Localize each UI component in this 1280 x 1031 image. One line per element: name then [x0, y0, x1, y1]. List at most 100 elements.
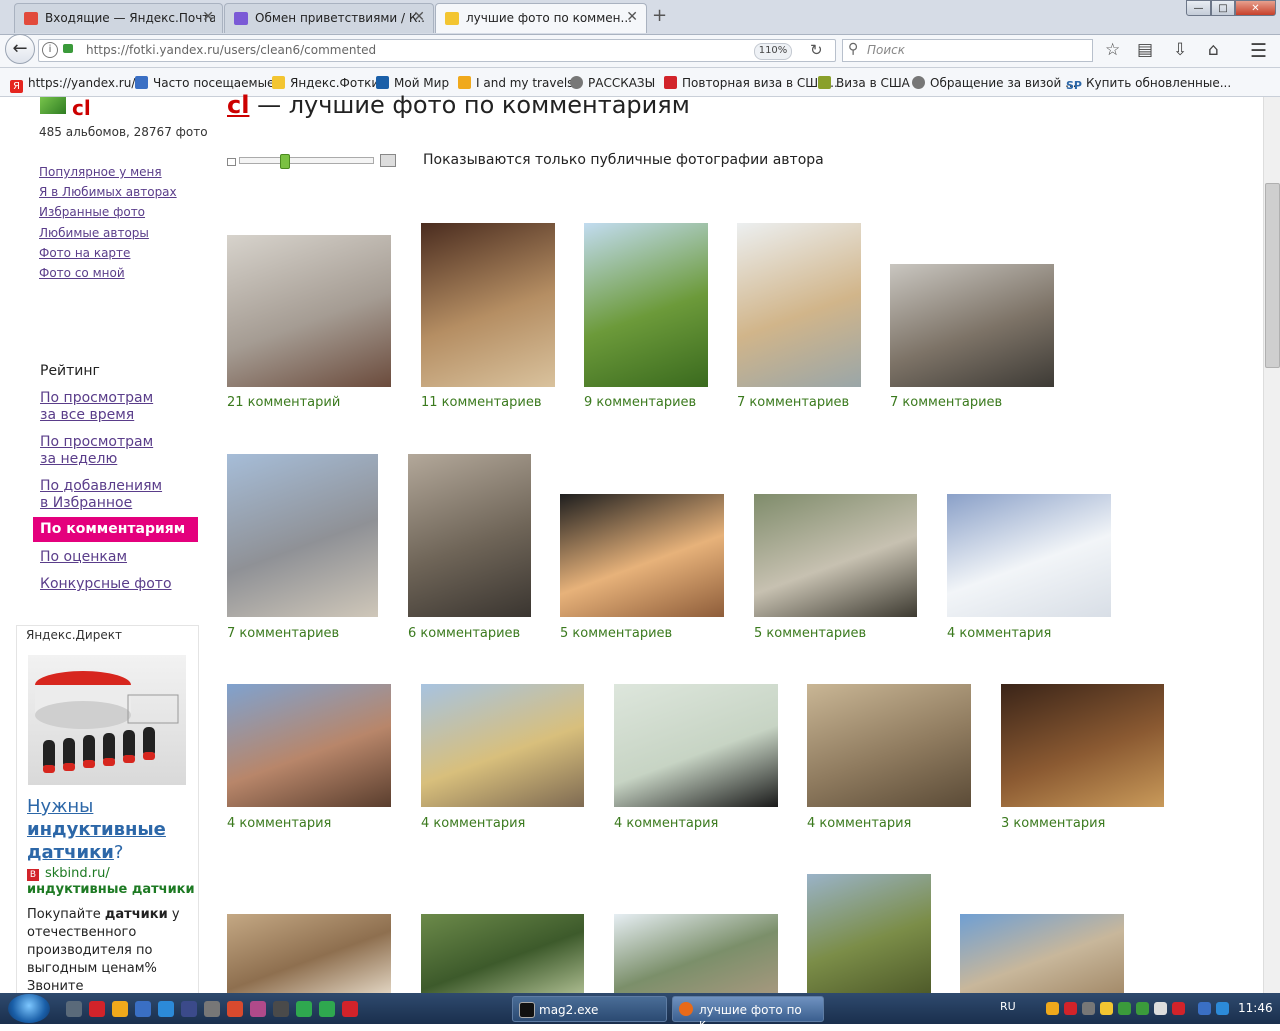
photo-comments[interactable]: 7 комментариев [227, 626, 339, 641]
quicklaunch-yandex-icon[interactable] [342, 1001, 358, 1017]
bookmark-item[interactable]: Обращение за визой ... [912, 76, 1077, 90]
scrollbar-thumb[interactable] [1265, 183, 1280, 368]
photo-thumbnail[interactable] [807, 684, 971, 807]
link-in-favorite-authors[interactable]: Я в Любимых авторах [39, 185, 177, 199]
ad-image[interactable] [28, 655, 186, 785]
photo-thumbnail[interactable] [614, 684, 778, 807]
tray-icon[interactable] [1172, 1002, 1185, 1015]
small-size-icon[interactable] [227, 158, 236, 166]
photo-thumbnail[interactable] [227, 454, 378, 617]
photo-comments[interactable]: 9 комментариев [584, 395, 696, 410]
photo-thumbnail[interactable] [227, 914, 391, 993]
quicklaunch-app-icon[interactable] [273, 1001, 289, 1017]
bookmark-item[interactable]: I and my travels [458, 76, 573, 90]
bookmark-item[interactable]: Виза в США [818, 76, 910, 90]
bookmark-item[interactable]: Яhttps://yandex.ru/ [10, 76, 135, 93]
tray-icon[interactable] [1118, 1002, 1131, 1015]
quicklaunch-7zip-icon[interactable] [66, 1001, 82, 1017]
minimize-button[interactable]: — [1186, 0, 1211, 16]
photo-thumbnail[interactable] [1001, 684, 1164, 807]
ad-site[interactable]: Bskbind.ru/индуктивные датчики [27, 866, 202, 898]
link-photos-with-me[interactable]: Фото со мной [39, 266, 125, 280]
tray-icon[interactable] [1046, 1002, 1059, 1015]
photo-thumbnail[interactable] [754, 494, 917, 617]
photo-comments[interactable]: 5 комментариев [560, 626, 672, 641]
close-tab-icon[interactable]: ✕ [202, 9, 214, 25]
photo-thumbnail[interactable] [421, 223, 555, 387]
photo-thumbnail[interactable] [890, 264, 1054, 387]
start-button[interactable] [8, 994, 50, 1023]
quicklaunch-media-icon[interactable] [181, 1001, 197, 1017]
photo-thumbnail[interactable] [408, 454, 531, 617]
photo-thumbnail[interactable] [227, 684, 391, 807]
quicklaunch-pdf-icon[interactable] [112, 1001, 128, 1017]
back-button[interactable]: ← [5, 34, 35, 64]
rating-views-week[interactable]: По просмотрам за неделю [40, 434, 153, 468]
rating-contest[interactable]: Конкурсные фото [40, 576, 172, 593]
photo-comments[interactable]: 4 комментария [807, 816, 911, 831]
home-icon[interactable]: ⌂ [1208, 40, 1219, 60]
avatar[interactable] [40, 97, 66, 114]
quicklaunch-utorrent-icon[interactable] [296, 1001, 312, 1017]
reading-list-icon[interactable]: ▤ [1137, 40, 1153, 60]
new-tab-button[interactable]: + [652, 5, 667, 26]
close-tab-icon[interactable]: ✕ [626, 9, 638, 25]
link-popular[interactable]: Популярное у меня [39, 165, 162, 179]
photo-thumbnail[interactable] [947, 494, 1111, 617]
photo-thumbnail[interactable] [560, 494, 724, 617]
tab-greetings[interactable]: Обмен приветствиями / К... ✕ [224, 3, 434, 33]
photo-thumbnail[interactable] [960, 914, 1124, 993]
quicklaunch-utorrent-icon[interactable] [319, 1001, 335, 1017]
photo-thumbnail[interactable] [807, 874, 931, 993]
photo-thumbnail[interactable] [421, 914, 584, 993]
bookmark-item[interactable]: Мой Мир [376, 76, 449, 90]
photo-thumbnail[interactable] [614, 914, 778, 993]
size-slider-track[interactable] [239, 157, 374, 164]
photo-thumbnail[interactable] [227, 235, 391, 387]
large-size-icon[interactable] [380, 154, 396, 167]
reload-icon[interactable]: ↻ [810, 41, 823, 59]
info-icon[interactable]: i [42, 42, 58, 58]
bookmark-item[interactable]: РАССКАЗЫ [570, 76, 655, 90]
photo-comments[interactable]: 7 комментариев [890, 395, 1002, 410]
menu-icon[interactable]: ☰ [1250, 40, 1267, 62]
photo-thumbnail[interactable] [584, 223, 708, 387]
photo-comments[interactable]: 4 комментария [614, 816, 718, 831]
bookmark-item[interactable]: Повторная виза в США... [664, 76, 838, 90]
tray-icon[interactable] [1216, 1002, 1229, 1015]
tray-icon[interactable] [1136, 1002, 1149, 1015]
photo-comments[interactable]: 11 комментариев [421, 395, 542, 410]
photo-comments[interactable]: 7 комментариев [737, 395, 849, 410]
photo-comments[interactable]: 21 комментарий [227, 395, 340, 410]
bookmark-item[interactable]: SP Купить обновленные... [1066, 76, 1231, 92]
tab-yandex-mail[interactable]: Входящие — Яндекс.Почта ✕ [14, 3, 223, 33]
bookmark-item[interactable]: Часто посещаемые [135, 76, 274, 90]
tray-icon[interactable] [1100, 1002, 1113, 1015]
quicklaunch-jpeg-icon[interactable] [204, 1001, 220, 1017]
maximize-button[interactable]: □ [1211, 0, 1235, 16]
close-window-button[interactable]: ✕ [1235, 0, 1276, 16]
quicklaunch-office-icon[interactable] [227, 1001, 243, 1017]
photo-comments[interactable]: 4 комментария [227, 816, 331, 831]
profile-name[interactable]: cl [72, 96, 91, 120]
tray-icon[interactable] [1064, 1002, 1077, 1015]
size-slider-handle[interactable] [280, 154, 290, 169]
photo-thumbnail[interactable] [421, 684, 584, 807]
tab-best-photos[interactable]: лучшие фото по коммен... ✕ [435, 3, 647, 33]
photo-comments[interactable]: 3 комментария [1001, 816, 1105, 831]
taskbar-item-browser[interactable]: лучшие фото по к... [672, 996, 824, 1031]
rating-scores[interactable]: По оценкам [40, 549, 127, 566]
volume-icon[interactable] [1154, 1002, 1167, 1015]
link-photos-on-map[interactable]: Фото на карте [39, 246, 130, 260]
photo-thumbnail[interactable] [737, 223, 861, 387]
link-favorite-authors[interactable]: Любимые авторы [39, 226, 149, 240]
url-text[interactable]: https://fotki.yandex.ru/users/clean6/com… [86, 43, 376, 57]
photo-comments[interactable]: 6 комментариев [408, 626, 520, 641]
link-favorite-photos[interactable]: Избранные фото [39, 205, 145, 219]
tray-icon[interactable] [1082, 1002, 1095, 1015]
network-icon[interactable] [1198, 1002, 1211, 1015]
language-indicator[interactable]: RU [1000, 1000, 1016, 1013]
rating-favorites[interactable]: По добавлениям в Избранное [40, 478, 162, 512]
quicklaunch-app-icon[interactable] [135, 1001, 151, 1017]
photo-comments[interactable]: 5 комментариев [754, 626, 866, 641]
